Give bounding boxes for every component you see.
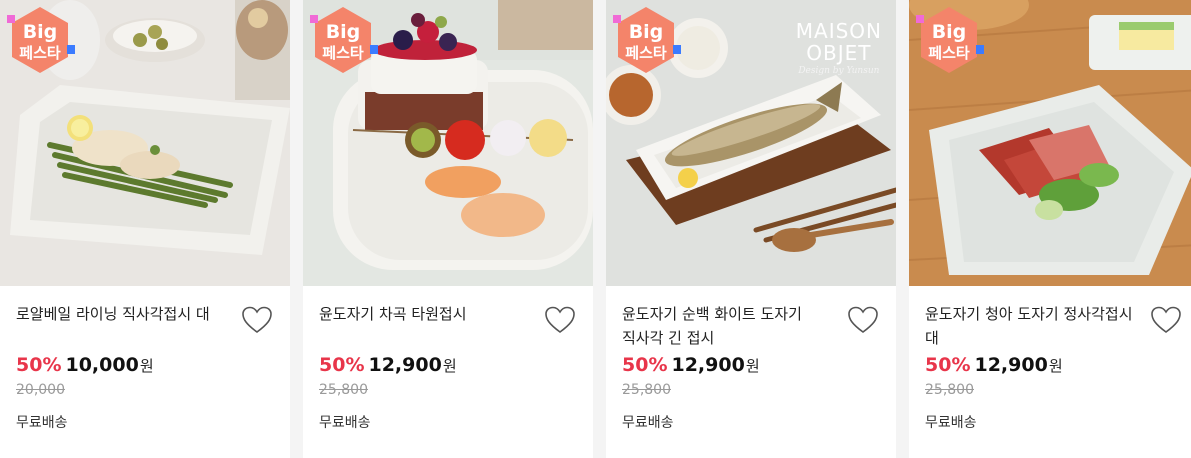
sale-price: 10,000: [65, 354, 139, 376]
shipping-label: 무료배송: [16, 415, 68, 431]
product-card[interactable]: Big 페스타 윤도자기 청아 도자기 정사각접시 대 50% 12,900원 2…: [909, 0, 1191, 458]
badge-line2: 페스타: [322, 44, 364, 62]
product-image[interactable]: Big 페스타: [909, 0, 1191, 286]
discount-rate: 50%: [622, 354, 668, 376]
product-card[interactable]: Big 페스타 로얄베일 라이닝 직사각접시 대 50% 10,000원 20,0…: [0, 0, 290, 458]
price-row: 50% 12,900원: [319, 354, 579, 380]
badge-line2: 페스타: [928, 44, 970, 62]
shipping-label: 무료배송: [319, 415, 371, 431]
product-title[interactable]: 윤도자기 차곡 타원접시: [319, 302, 541, 350]
currency-unit: 원: [745, 357, 760, 375]
original-price: 25,800: [925, 382, 974, 398]
heart-outline-icon[interactable]: [1151, 306, 1181, 334]
badge-line1: Big: [326, 21, 361, 43]
product-card[interactable]: MAISON OBJET Design by Yunsun Big 페스타 윤도…: [606, 0, 896, 458]
product-info: 윤도자기 순백 화이트 도자기 직사각 긴 접시 50% 12,900원 25,8…: [606, 286, 896, 432]
product-title[interactable]: 윤도자기 순백 화이트 도자기 직사각 긴 접시: [622, 302, 844, 350]
product-list: Big 페스타 로얄베일 라이닝 직사각접시 대 50% 10,000원 20,0…: [0, 0, 1191, 458]
product-card[interactable]: Big 페스타 윤도자기 차곡 타원접시 50% 12,900원 25,800 무…: [303, 0, 593, 458]
heart-outline-icon[interactable]: [545, 306, 575, 334]
product-info: 윤도자기 차곡 타원접시 50% 12,900원 25,800 무료배송: [303, 286, 593, 432]
shipping-label: 무료배송: [925, 415, 977, 431]
original-price: 20,000: [16, 382, 65, 398]
big-festa-badge: Big 페스타: [916, 7, 984, 73]
discount-rate: 50%: [16, 354, 62, 376]
shipping-label: 무료배송: [622, 415, 674, 431]
product-title[interactable]: 로얄베일 라이닝 직사각접시 대: [16, 302, 238, 350]
product-image[interactable]: Big 페스타: [0, 0, 290, 286]
price-row: 50% 10,000원: [16, 354, 276, 380]
original-price: 25,800: [319, 382, 368, 398]
sale-price: 12,900: [671, 354, 745, 376]
product-image[interactable]: Big 페스타: [303, 0, 593, 286]
badge-line2: 페스타: [625, 44, 667, 62]
sale-price: 12,900: [368, 354, 442, 376]
brand-line3: Design by Yunsun: [798, 66, 880, 76]
price-row: 50% 12,900원: [622, 354, 882, 380]
currency-unit: 원: [1048, 357, 1063, 375]
badge-line2: 페스타: [19, 44, 61, 62]
brand-line1: MAISON: [795, 19, 882, 43]
discount-rate: 50%: [319, 354, 365, 376]
heart-outline-icon[interactable]: [848, 306, 878, 334]
big-festa-badge: Big 페스타: [7, 7, 75, 73]
badge-line1: Big: [629, 21, 664, 43]
product-info: 로얄베일 라이닝 직사각접시 대 50% 10,000원 20,000 무료배송: [0, 286, 290, 432]
brand-line2: OBJET: [806, 41, 872, 65]
product-title[interactable]: 윤도자기 청아 도자기 정사각접시 대: [925, 302, 1147, 350]
currency-unit: 원: [442, 357, 457, 375]
big-festa-badge: Big 페스타: [310, 7, 378, 73]
product-image[interactable]: MAISON OBJET Design by Yunsun Big 페스타: [606, 0, 896, 286]
product-info: 윤도자기 청아 도자기 정사각접시 대 50% 12,900원 25,800 무료…: [909, 286, 1191, 432]
brand-watermark: MAISON OBJET Design by Yunsun: [796, 20, 882, 76]
heart-outline-icon[interactable]: [242, 306, 272, 334]
sale-price: 12,900: [974, 354, 1048, 376]
badge-line1: Big: [23, 21, 58, 43]
original-price: 25,800: [622, 382, 671, 398]
big-festa-badge: Big 페스타: [613, 7, 681, 73]
currency-unit: 원: [139, 357, 154, 375]
discount-rate: 50%: [925, 354, 971, 376]
price-row: 50% 12,900원: [925, 354, 1185, 380]
badge-line1: Big: [932, 21, 967, 43]
